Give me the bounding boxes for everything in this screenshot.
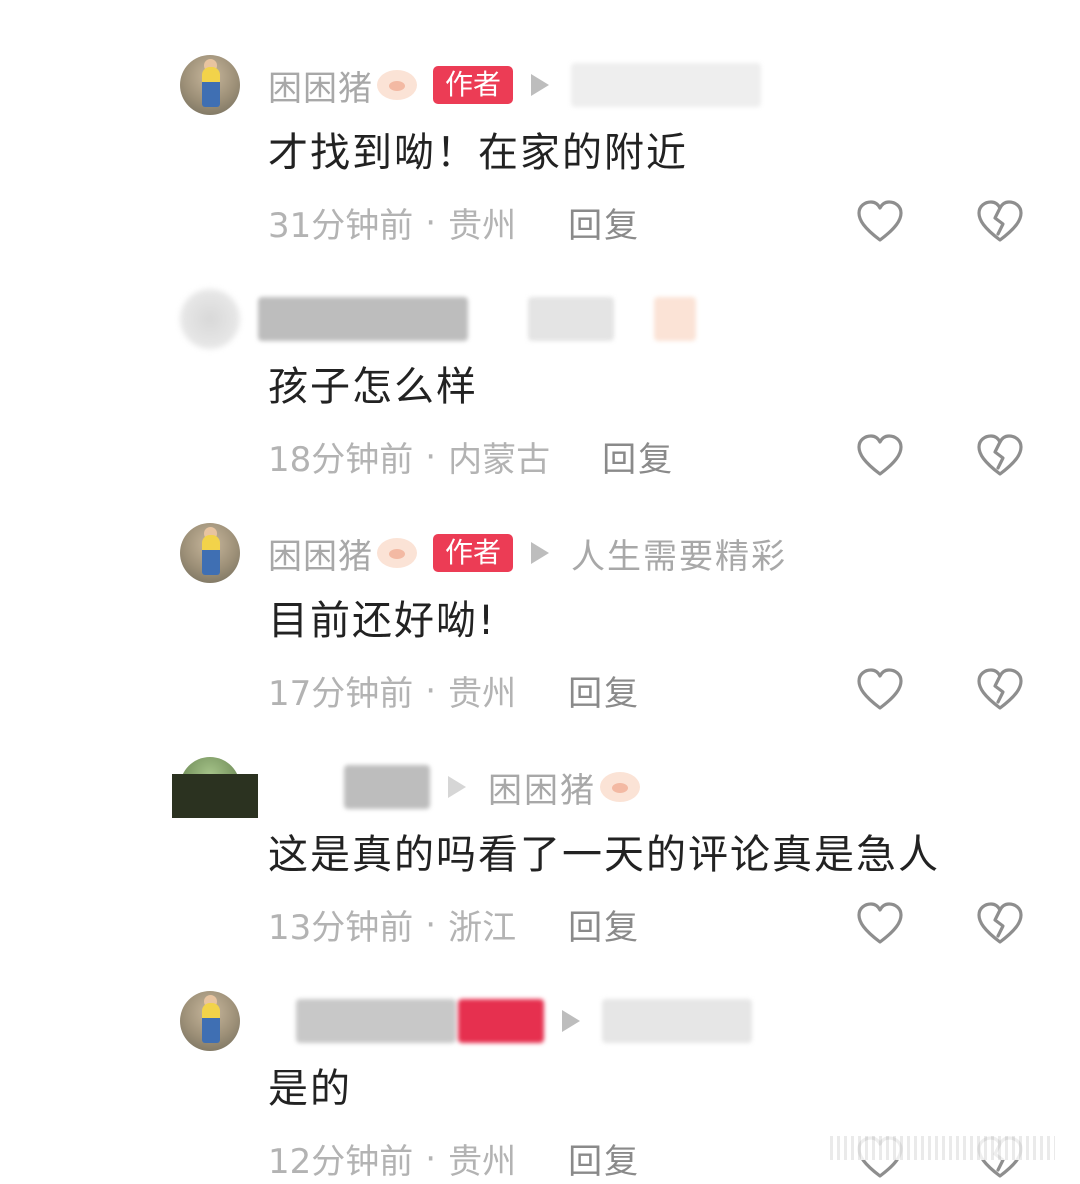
redacted-reply-target	[602, 999, 752, 1043]
redacted-avatar-block	[172, 774, 258, 818]
pig-icon	[377, 70, 417, 100]
comment-time: 12分钟前	[268, 1142, 414, 1182]
comment-text: 孩子怎么样	[268, 364, 478, 410]
meta-separator: ·	[425, 1138, 437, 1179]
redacted-author-badge	[458, 999, 544, 1043]
author-badge: 作者	[433, 534, 514, 572]
redacted-reply-target	[571, 63, 762, 107]
comment-header: 困困猪 作者 人生需要精彩	[268, 529, 787, 578]
comment-text: 是的	[268, 1066, 352, 1112]
username[interactable]: 困困猪	[268, 529, 373, 578]
reply-target-username[interactable]: 人生需要精彩	[571, 529, 787, 578]
redacted-username	[344, 765, 430, 809]
user-avatar[interactable]	[180, 55, 240, 115]
reply-arrow-icon	[448, 776, 466, 798]
comment-header	[268, 998, 752, 1044]
comment-item: 孩子怎么样 18分钟前 · 内蒙古 回复	[0, 234, 1080, 480]
comment-text: 目前还好呦!	[268, 598, 497, 644]
comment-item: 困困猪 这是真的吗看了一天的评论真是急人 13分钟前 · 浙江 回复	[0, 702, 1080, 948]
comment-location: 贵州	[448, 1142, 517, 1182]
comment-text: 这是真的吗看了一天的评论真是急人	[268, 832, 940, 878]
redacted-username	[296, 999, 456, 1043]
comment-meta: 12分钟前 · 贵州 回复	[268, 1134, 640, 1183]
comment-header	[258, 296, 696, 342]
comment-item: 困困猪 作者 才找到呦！在家的附近 31分钟前 · 贵州 回复	[0, 0, 1080, 246]
comment-header: 困困猪	[268, 763, 640, 812]
username[interactable]: 困困猪	[268, 61, 373, 110]
reply-target-username[interactable]: 困困猪	[488, 763, 596, 812]
comment-item: 是的 12分钟前 · 贵州 回复	[0, 936, 1080, 1182]
user-avatar[interactable]	[180, 523, 240, 583]
comment-item: 困困猪 作者 人生需要精彩 目前还好呦! 17分钟前 · 贵州 回复	[0, 468, 1080, 714]
reply-arrow-icon	[562, 1010, 580, 1032]
reply-arrow-icon	[531, 74, 550, 96]
user-avatar[interactable]	[180, 991, 240, 1051]
reply-arrow-icon	[531, 542, 550, 564]
comment-text: 才找到呦！在家的附近	[268, 130, 688, 176]
comment-header: 困困猪 作者	[268, 61, 762, 110]
pig-icon	[377, 538, 417, 568]
redacted-icon	[654, 297, 696, 341]
redacted-reply-target	[528, 297, 614, 341]
pig-icon	[600, 772, 640, 802]
user-avatar[interactable]	[180, 289, 240, 349]
watermark	[830, 1136, 1055, 1160]
redacted-username	[258, 297, 468, 341]
reply-button[interactable]: 回复	[568, 1134, 640, 1183]
author-badge: 作者	[433, 66, 514, 104]
